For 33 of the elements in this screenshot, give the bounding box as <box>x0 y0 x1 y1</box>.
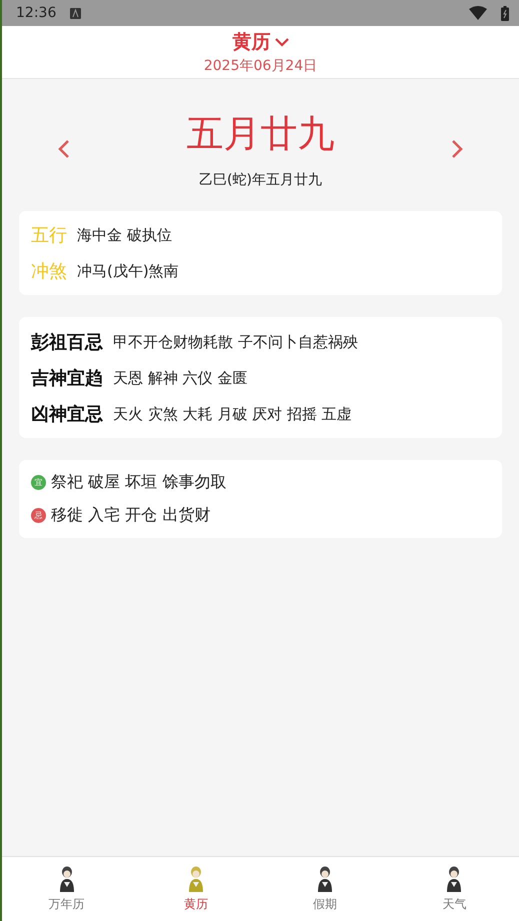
calendar-type-dropdown[interactable]: 黄历 <box>232 29 288 55</box>
row-value: 冲马(戊午)煞南 <box>77 262 179 280</box>
figure-icon <box>317 866 334 892</box>
nav-tab[interactable]: 万年历 <box>2 857 132 921</box>
row-label: 吉神宜趋 <box>31 367 103 390</box>
figure-icon <box>58 866 75 892</box>
row-label: 凶神宜忌 <box>31 403 103 426</box>
chevron-right-icon <box>451 139 463 159</box>
lunar-full-date: 乙巳(蛇)年五月廿九 <box>199 171 322 189</box>
row-value: 天恩 解神 六仪 金匮 <box>113 368 248 388</box>
advice-text: 祭祀 破屋 坏垣 馀事勿取 <box>51 472 226 493</box>
status-time: 12:36 <box>16 5 56 21</box>
nav-tab[interactable]: 假期 <box>260 857 390 921</box>
figure-icon <box>188 866 204 892</box>
notification-icon <box>70 8 82 18</box>
row-value: 甲不开仓财物耗散 子不问卜自惹祸殃 <box>113 332 358 352</box>
row-label: 冲煞 <box>31 260 67 283</box>
advice-badge: 忌 <box>31 508 46 523</box>
nav-tab[interactable]: 天气 <box>390 857 519 921</box>
chevron-down-icon <box>274 38 288 46</box>
row-value: 天火 灾煞 大耗 月破 厌对 招摇 五虚 <box>113 404 352 424</box>
advice-text: 移徙 入宅 开仓 出货财 <box>51 505 210 526</box>
advice-badge: 宜 <box>31 475 46 490</box>
figure-icon <box>446 866 462 892</box>
battery-icon <box>501 6 509 20</box>
wifi-icon <box>469 6 487 20</box>
nav-tab[interactable]: 黄历 <box>131 857 260 921</box>
lunar-date: 五月廿九 <box>186 111 334 157</box>
row-value: 海中金 破执位 <box>77 226 172 244</box>
row-label: 五行 <box>31 224 67 247</box>
gregorian-date: 2025年06月24日 <box>204 57 318 75</box>
chevron-left-icon <box>58 139 70 159</box>
row-label: 彭祖百忌 <box>31 331 103 354</box>
